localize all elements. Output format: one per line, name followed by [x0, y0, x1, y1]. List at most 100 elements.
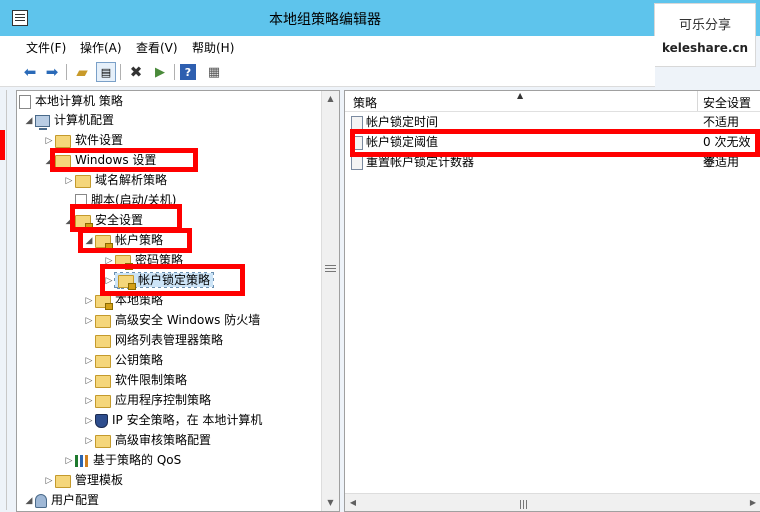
toolbar-separator	[174, 64, 175, 80]
policy-doc-icon	[19, 94, 31, 109]
toolbar-separator	[120, 64, 121, 80]
tree-item-public-key[interactable]: ▷ 公钥策略	[83, 350, 163, 370]
tree-label: 应用程序控制策略	[115, 393, 212, 407]
tree-label: IP 安全策略，在 本地计算机	[112, 413, 263, 427]
back-arrow-icon[interactable]: ⬅	[20, 62, 40, 82]
highlight-edge	[0, 130, 5, 160]
qos-chart-icon	[75, 454, 89, 467]
folder-icon	[95, 334, 111, 348]
tree-item-qos[interactable]: ▷ 基于策略的 QoS	[63, 450, 182, 471]
window-edge	[6, 90, 7, 510]
scroll-left-icon[interactable]: ◀	[345, 494, 361, 511]
policy-item-icon	[351, 115, 363, 130]
security-folder-icon	[95, 294, 113, 310]
title-bar: 本地组策略编辑器	[0, 0, 760, 36]
folder-icon	[95, 394, 111, 408]
scroll-grip-icon[interactable]	[520, 498, 530, 509]
expand-icon[interactable]: ▷	[83, 291, 95, 311]
up-folder-icon[interactable]: ▰	[72, 62, 92, 82]
menu-file[interactable]: 文件(F)	[26, 39, 66, 56]
tree-item-name-resolution[interactable]: ▷ 域名解析策略	[63, 170, 167, 190]
tree-label: 管理模板	[75, 473, 124, 487]
highlight-box	[100, 264, 245, 296]
folder-icon	[95, 354, 111, 368]
tree-vertical-scrollbar[interactable]: ▲ ▼	[321, 91, 339, 511]
folder-icon	[55, 474, 71, 488]
scroll-grip-icon[interactable]	[325, 263, 336, 273]
help-icon[interactable]: ?	[180, 64, 196, 80]
tree-label: 本地计算机 策略	[35, 94, 123, 108]
tree-label: 基于策略的 QoS	[93, 453, 182, 467]
tree-item-root[interactable]: 本地计算机 策略	[19, 91, 123, 111]
column-header-setting[interactable]: 安全设置	[703, 94, 751, 111]
delete-icon[interactable]: ✖	[126, 62, 146, 82]
toolbar: ⬅ ➡ ▰ ▤ ✖ ▶ ? ▦	[0, 58, 655, 87]
expand-icon[interactable]: ▷	[83, 371, 95, 391]
expand-icon[interactable]: ▷	[83, 391, 95, 411]
computer-icon	[35, 114, 50, 130]
tree-label: 高级安全 Windows 防火墙	[115, 313, 261, 327]
scroll-right-icon[interactable]: ▶	[745, 494, 760, 511]
tree-item-network-list[interactable]: 网络列表管理器策略	[83, 330, 223, 350]
scroll-down-icon[interactable]: ▼	[322, 495, 339, 511]
properties-icon[interactable]: ▦	[204, 62, 224, 82]
tree-label: 计算机配置	[54, 113, 115, 127]
menu-view[interactable]: 查看(V)	[136, 39, 178, 56]
column-header-policy[interactable]: 策略	[353, 94, 377, 111]
tree-item-software-settings[interactable]: ▷ 软件设置	[43, 130, 123, 150]
user-icon	[35, 493, 47, 508]
tree-label: 软件限制策略	[115, 373, 188, 387]
watermark: 可乐分享 keleshare.cn	[654, 3, 756, 67]
show-hide-tree-icon[interactable]: ▤	[96, 62, 116, 82]
tree-item-software-restriction[interactable]: ▷ 软件限制策略	[83, 370, 187, 390]
tree-item-firewall[interactable]: ▷ 高级安全 Windows 防火墙	[83, 310, 260, 330]
watermark-url: keleshare.cn	[661, 41, 749, 55]
column-divider[interactable]	[697, 91, 698, 111]
policy-name: 重置帐户锁定计数器	[366, 155, 475, 169]
collapse-icon[interactable]: ◢	[23, 491, 35, 511]
scroll-up-icon[interactable]: ▲	[322, 91, 339, 107]
tree-label: 公钥策略	[115, 353, 164, 367]
watermark-name: 可乐分享	[678, 18, 731, 33]
collapse-icon[interactable]: ◢	[23, 111, 35, 131]
toolbar-separator	[66, 64, 67, 80]
folder-icon	[95, 374, 111, 388]
expand-icon[interactable]: ▷	[83, 311, 95, 331]
menu-help[interactable]: 帮助(H)	[192, 39, 234, 56]
expand-icon[interactable]: ▷	[63, 451, 75, 471]
expand-icon[interactable]: ▷	[43, 471, 55, 491]
tree-item-app-control[interactable]: ▷ 应用程序控制策略	[83, 390, 211, 410]
tree-item-computer-config[interactable]: ◢ 计算机配置	[23, 110, 114, 130]
expand-icon[interactable]: ▷	[63, 171, 75, 191]
expand-icon[interactable]: ▷	[83, 351, 95, 371]
highlight-box	[350, 129, 760, 157]
folder-icon	[75, 174, 91, 188]
window-title: 本地组策略编辑器	[269, 12, 381, 28]
tree-item-advanced-audit[interactable]: ▷ 高级审核策略配置	[83, 430, 211, 450]
expand-icon[interactable]: ▷	[83, 431, 95, 451]
tree-item-ip-security[interactable]: ▷ IP 安全策略，在 本地计算机	[83, 410, 262, 430]
sort-ascending-icon: ▲	[517, 91, 524, 100]
menu-action[interactable]: 操作(A)	[80, 39, 122, 56]
list-header: 策略 ▲ 安全设置	[345, 91, 760, 112]
ip-security-icon	[95, 413, 108, 428]
tree-label: 域名解析策略	[95, 173, 168, 187]
policy-name: 帐户锁定时间	[366, 115, 439, 129]
export-icon[interactable]: ▶	[150, 62, 170, 82]
policy-item-icon	[351, 155, 363, 170]
tree-item-admin-templates[interactable]: ▷ 管理模板	[43, 470, 123, 490]
expand-icon[interactable]: ▷	[83, 411, 95, 431]
tree-label: 用户配置	[51, 493, 100, 507]
tree-label: 网络列表管理器策略	[115, 333, 224, 347]
tree-label: 软件设置	[75, 133, 124, 147]
tree-item-user-config[interactable]: ◢ 用户配置	[23, 490, 99, 510]
folder-icon	[95, 434, 111, 448]
highlight-box	[50, 148, 198, 172]
forward-arrow-icon[interactable]: ➡	[42, 62, 62, 82]
folder-icon	[55, 134, 71, 148]
tree-label: 高级审核策略配置	[115, 433, 212, 447]
folder-icon	[95, 314, 111, 328]
highlight-box	[78, 228, 192, 253]
list-horizontal-scrollbar[interactable]: ◀ ▶	[345, 493, 760, 511]
menu-bar: 文件(F) 操作(A) 查看(V) 帮助(H)	[0, 36, 655, 58]
